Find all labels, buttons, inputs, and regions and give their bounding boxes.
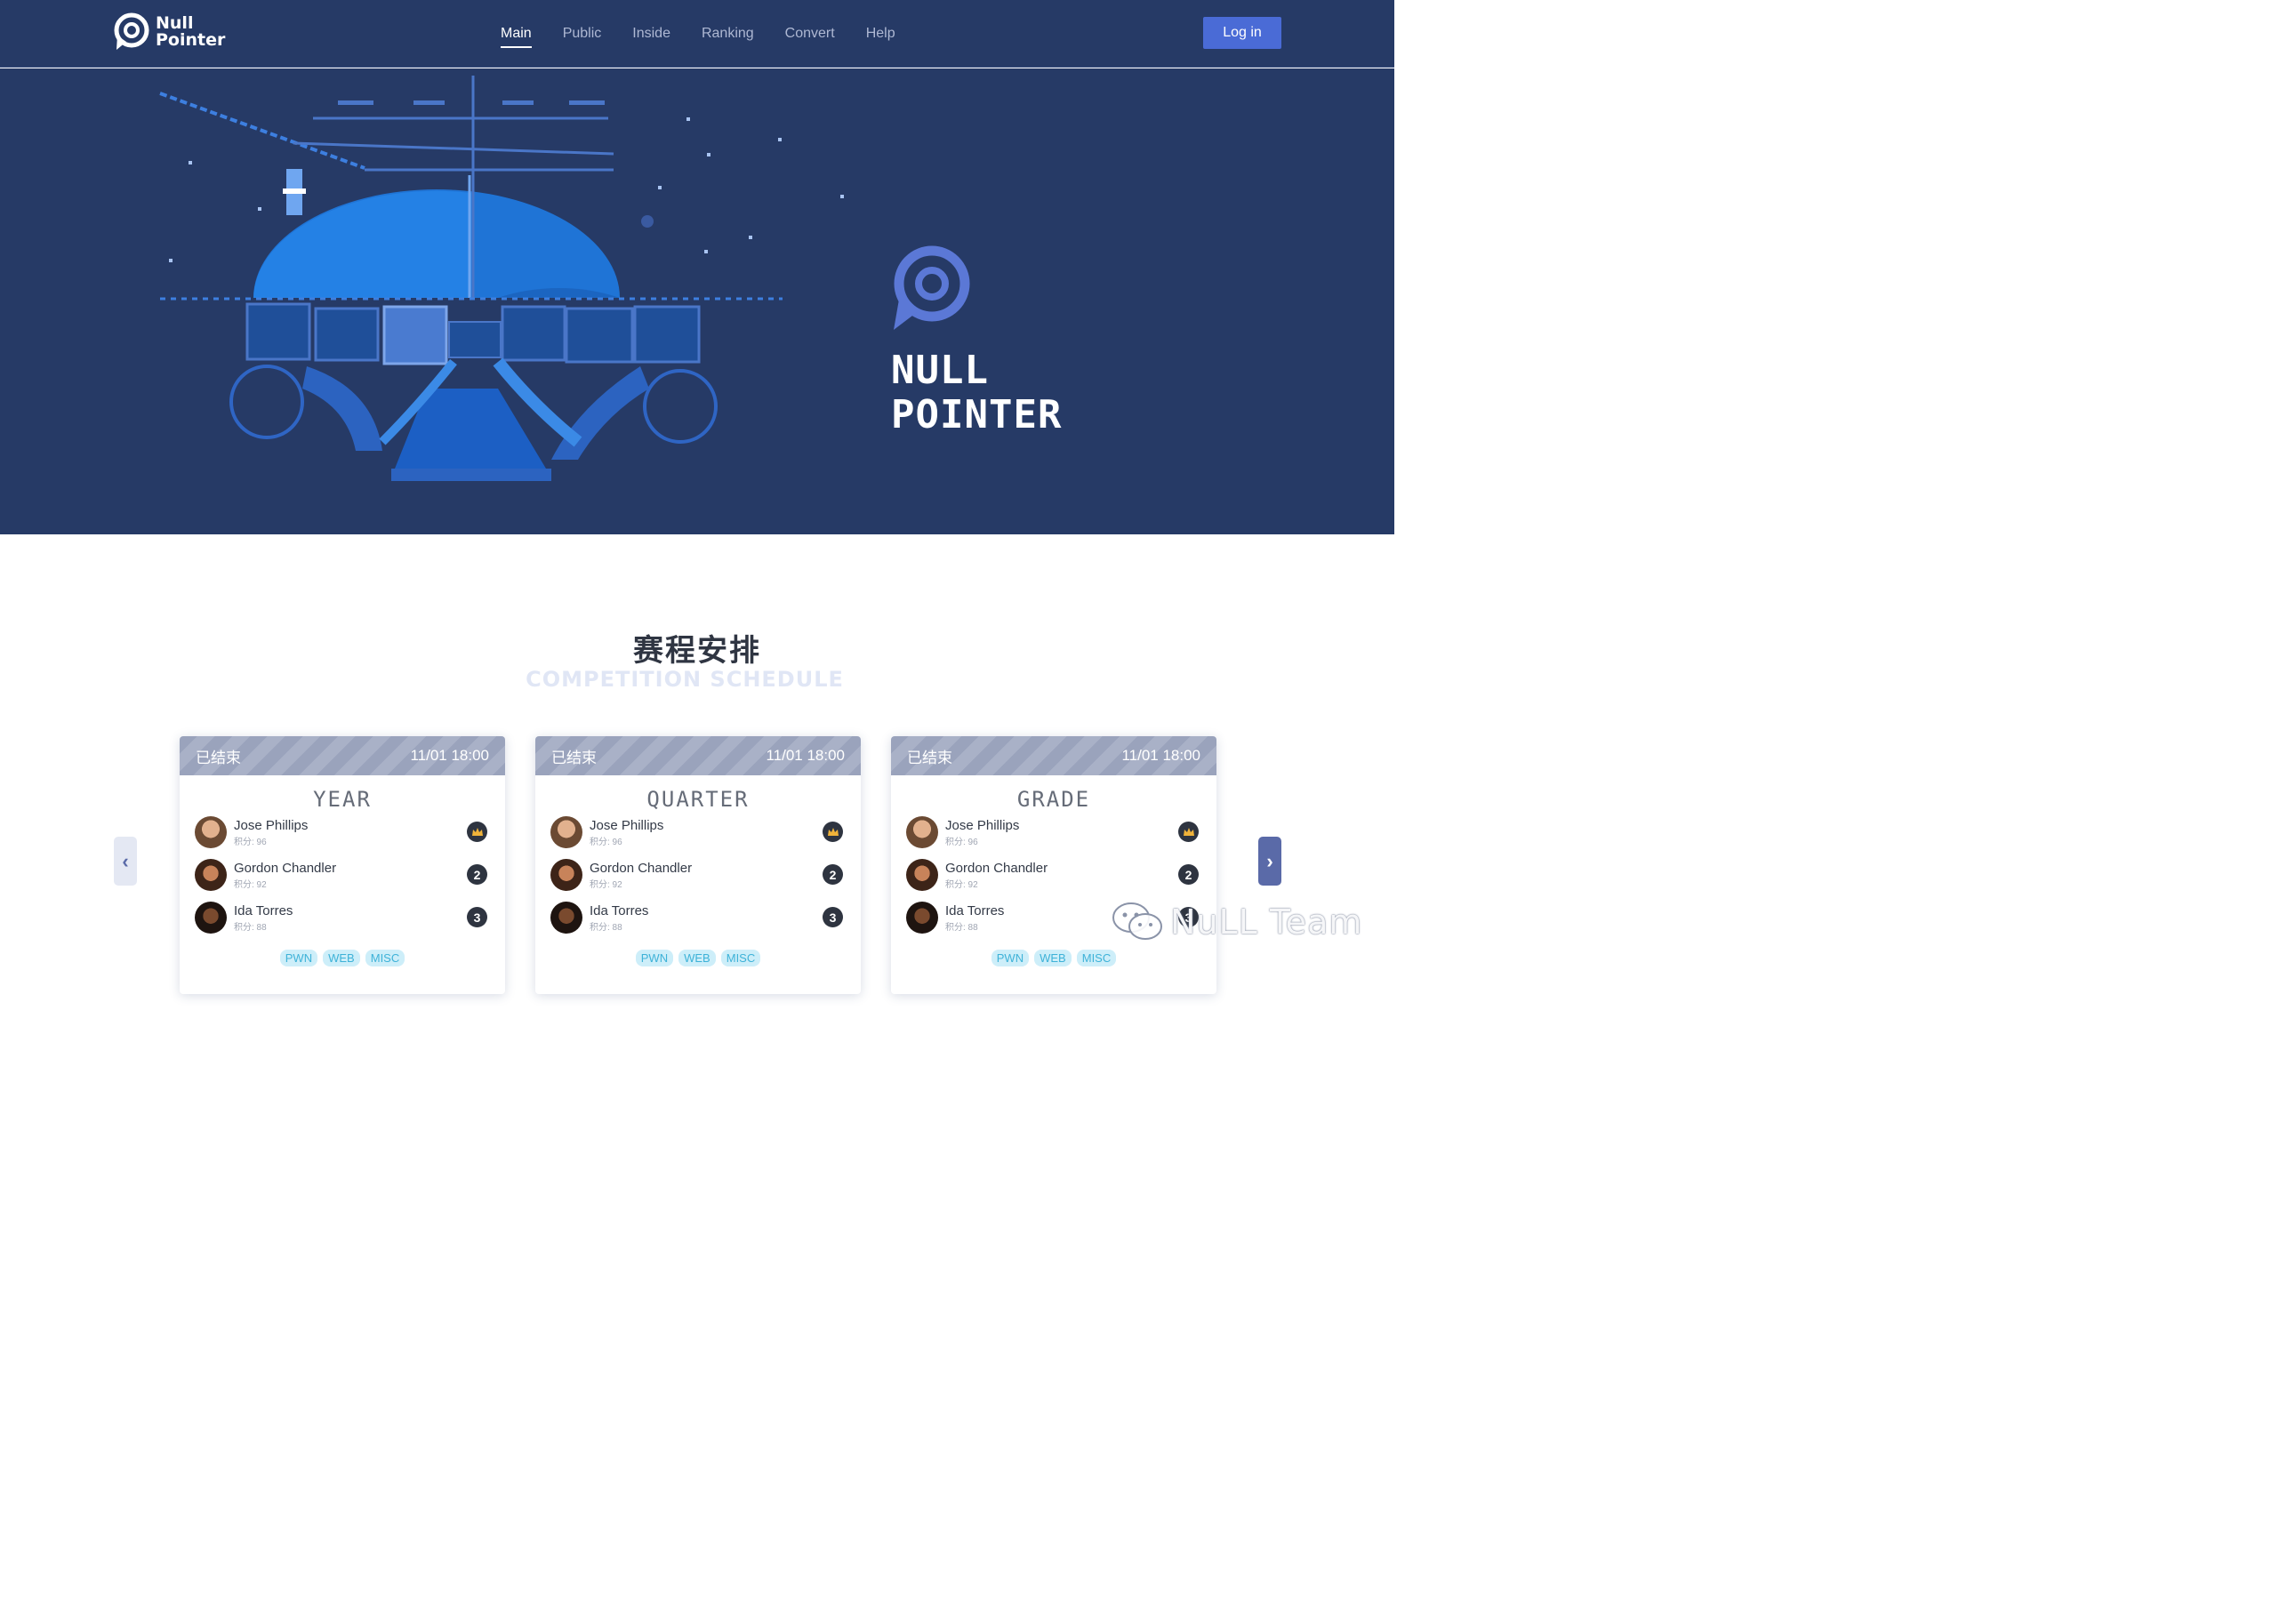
tag-pwn[interactable]: PWN [279,950,318,966]
main-nav: Main Public Inside Ranking Convert Help [501,0,895,68]
card-time: 11/01 18:00 [1121,747,1200,764]
null-pointer-brand-icon [894,245,970,330]
card-tags: PWN WEB MISC [535,950,861,966]
card-title: YEAR [313,787,372,812]
hero-banner: NULL POINTER [0,68,1394,534]
player-row: Gordon Chandler 积分: 92 2 [180,859,505,902]
card-title: GRADE [1016,787,1091,812]
avatar [906,816,938,848]
tag-misc[interactable]: MISC [720,950,761,966]
login-button[interactable]: Log in [1203,17,1281,49]
top-navigation-bar: Null Pointer Main Public Inside Ranking … [0,0,1394,68]
card-time: 11/01 18:00 [410,747,489,764]
player-row: Ida Torres 积分: 88 3 [180,902,505,944]
player-name: Ida Torres [590,903,649,918]
avatar [550,902,582,934]
avatar [195,816,227,848]
rank-2-badge: 2 [467,864,487,885]
avatar [906,902,938,934]
null-pointer-logo-icon [114,12,149,50]
nav-public[interactable]: Public [563,26,602,42]
rank-3-badge: 3 [823,907,843,927]
avatar [550,859,582,891]
hero-brand-name: NULL POINTER [891,349,1062,437]
nav-convert[interactable]: Convert [785,26,835,42]
card-title: QUARTER [646,787,750,812]
player-score: 积分: 92 [234,880,267,890]
player-row: Jose Phillips 积分: 96 [535,816,861,859]
card-header: 已结束 11/01 18:00 [180,736,505,775]
hero-brand-line2: POINTER [891,392,1063,437]
card-header: 已结束 11/01 18:00 [891,736,1216,775]
wechat-icon [1112,902,1162,940]
player-name: Ida Torres [945,903,1005,918]
player-row: Gordon Chandler 积分: 92 2 [891,859,1216,902]
player-row: Gordon Chandler 积分: 92 2 [535,859,861,902]
card-tags: PWN WEB MISC [180,950,505,966]
rank-2-badge: 2 [1178,864,1199,885]
card-status: 已结束 [551,749,597,766]
site-logo[interactable]: Null Pointer [113,12,225,52]
avatar [195,859,227,891]
card-header: 已结束 11/01 18:00 [535,736,861,775]
card-tags: PWN WEB MISC [891,950,1216,966]
nav-help[interactable]: Help [866,26,895,42]
nav-main[interactable]: Main [501,26,532,48]
player-score: 积分: 96 [234,838,267,847]
crown-icon [823,822,843,842]
player-row: Jose Phillips 积分: 96 [180,816,505,859]
tag-web[interactable]: WEB [1034,950,1072,966]
tag-web[interactable]: WEB [678,950,716,966]
player-name: Ida Torres [234,903,293,918]
tag-misc[interactable]: MISC [1076,950,1117,966]
schedule-card-quarter[interactable]: 已结束 11/01 18:00 QUARTER Jose Phillips 积分… [535,736,861,994]
pixel-spaceship-cockpit-illustration [159,76,844,481]
player-name: Gordon Chandler [945,861,1048,876]
player-name: Jose Phillips [590,818,664,833]
chevron-left-icon: ‹ [122,849,129,872]
tag-pwn[interactable]: PWN [635,950,674,966]
avatar [550,816,582,848]
section-subtitle: COMPETITION SCHEDULE [526,667,844,692]
schedule-card-year[interactable]: 已结束 11/01 18:00 YEAR Jose Phillips 积分: 9… [180,736,505,994]
player-name: Jose Phillips [234,818,309,833]
player-score: 积分: 96 [945,838,978,847]
section-title: 赛程安排 [633,634,761,668]
crown-icon [467,822,487,842]
card-time: 11/01 18:00 [766,747,845,764]
carousel-next-button[interactable]: › [1258,837,1281,886]
player-row: Jose Phillips 积分: 96 [891,816,1216,859]
avatar [906,859,938,891]
player-score: 积分: 92 [945,880,978,890]
player-score: 积分: 92 [590,880,622,890]
crown-icon [1178,822,1199,842]
tag-misc[interactable]: MISC [365,950,405,966]
wechat-watermark: NuLL Team [1112,902,1362,942]
nav-ranking[interactable]: Ranking [702,26,754,42]
hero-brand-line1: NULL [891,348,989,393]
card-status: 已结束 [196,749,241,766]
player-score: 积分: 88 [234,923,267,933]
rank-2-badge: 2 [823,864,843,885]
player-row: Ida Torres 积分: 88 3 [535,902,861,944]
player-name: Gordon Chandler [590,861,693,876]
player-name: Jose Phillips [945,818,1020,833]
avatar [195,902,227,934]
player-score: 积分: 88 [945,923,978,933]
card-status: 已结束 [907,749,952,766]
carousel-prev-button[interactable]: ‹ [114,837,137,886]
tag-pwn[interactable]: PWN [991,950,1030,966]
player-score: 积分: 88 [590,923,622,933]
tag-web[interactable]: WEB [323,950,360,966]
schedule-card-grade[interactable]: 已结束 11/01 18:00 GRADE Jose Phillips 积分: … [891,736,1216,994]
chevron-right-icon: › [1266,849,1273,872]
player-name: Gordon Chandler [234,861,337,876]
watermark-text: NuLL Team [1170,902,1363,942]
player-score: 积分: 96 [590,838,622,847]
nav-inside[interactable]: Inside [632,26,670,42]
rank-3-badge: 3 [467,907,487,927]
logo-text-pointer: Pointer [156,30,226,50]
